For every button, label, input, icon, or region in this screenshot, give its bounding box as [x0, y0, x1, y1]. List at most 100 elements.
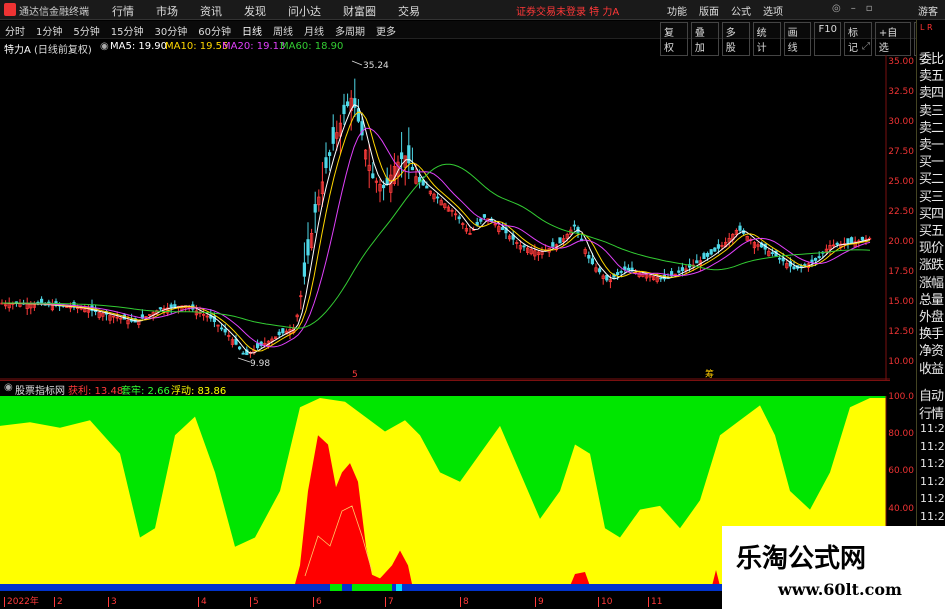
menu-options[interactable]: 选项 — [763, 3, 783, 18]
x-tick-label: 10 — [598, 597, 612, 607]
side-panel-item[interactable]: 外盘 — [919, 306, 944, 325]
settings-icon[interactable]: ◎ — [832, 3, 841, 14]
side-panel-item[interactable]: 委比 — [919, 48, 944, 67]
side-panel-item[interactable]: 总量 — [919, 289, 944, 308]
period-tab[interactable]: 60分钟 — [197, 23, 232, 38]
tick-time: 11:28 — [920, 457, 945, 470]
side-panel-item[interactable]: 自动 — [919, 385, 944, 404]
menu-wealth[interactable]: 财富圈 — [343, 3, 376, 19]
quote-side-panel: L R 委比 卖五 卖四 卖三 卖二 卖一 买一 买二 买三 买四 买五 现价 涨跌 涨幅 总量 外盘 换手 净资… — [916, 20, 945, 609]
side-panel-item[interactable]: 收益 — [919, 358, 944, 377]
marker-chip: 筹 — [705, 368, 714, 380]
restore-icon[interactable]: ▫ — [866, 3, 873, 14]
side-panel-item[interactable]: 卖三 — [919, 100, 944, 119]
menu-ask[interactable]: 问小达 — [288, 3, 321, 19]
candle-body — [770, 252, 775, 255]
tick-time: 11:27 — [920, 474, 945, 488]
candle-body — [738, 225, 742, 231]
period-tab[interactable]: 月线 — [303, 23, 325, 38]
candle-body — [313, 204, 317, 213]
side-panel-item[interactable]: 卖四 — [919, 82, 944, 101]
candle-body — [500, 227, 505, 230]
candle-body — [778, 257, 782, 260]
x-tick-label: 7 — [385, 597, 394, 607]
candle-body — [425, 185, 429, 189]
y-tick-label: 15.00 — [888, 297, 914, 307]
x-tick-label: 9 — [535, 597, 544, 607]
tick-time: 11:28 — [920, 439, 945, 453]
y-tick-label: 35.00 — [888, 57, 914, 67]
period-tab[interactable]: 1分钟 — [35, 23, 63, 38]
ma-settings-icon[interactable]: ◉ — [100, 41, 109, 52]
candle-body — [255, 343, 260, 349]
y-tick-label: 30.00 — [888, 117, 914, 127]
side-panel-item[interactable]: 净资 — [919, 340, 944, 359]
candle-body — [173, 304, 177, 308]
ma60-value: MA60: 18.90 — [280, 41, 344, 52]
y-tick-label: 100.0 — [888, 392, 914, 402]
candle-body — [219, 327, 224, 330]
candle-body — [169, 304, 173, 308]
period-tab[interactable]: 多周期 — [334, 23, 366, 38]
candle-body — [695, 260, 699, 264]
menu-formula[interactable]: 公式 — [731, 3, 751, 18]
side-panel-item[interactable]: 涨跌 — [919, 254, 944, 273]
side-panel-item[interactable]: 涨幅 — [919, 272, 944, 291]
candle-body — [810, 259, 814, 263]
side-panel-item[interactable]: 买三 — [919, 186, 944, 205]
period-tab[interactable]: 5分钟 — [72, 23, 100, 38]
right-menu: 功能 版面 公式 选项 — [667, 3, 795, 18]
side-panel-item[interactable]: 换手 — [919, 323, 944, 342]
y-tick-label: 10.00 — [888, 357, 914, 367]
candle-body — [716, 244, 721, 249]
ma-info-line: 特力A (日线前复权) ◉ MA5: 19.90 MA10: 19.55 MA2… — [0, 40, 890, 56]
candle-body — [479, 218, 483, 222]
indicator-settings-icon[interactable]: ◉ — [4, 382, 13, 393]
period-tab[interactable]: 15分钟 — [110, 23, 145, 38]
login-alert[interactable]: 证券交易未登录 特 力A — [516, 3, 619, 18]
candle-body — [616, 272, 620, 276]
menu-quotes[interactable]: 行情 — [112, 3, 134, 19]
menu-news[interactable]: 资讯 — [200, 3, 222, 19]
period-tab[interactable]: 分时 — [4, 23, 26, 38]
menu-trade[interactable]: 交易 — [398, 3, 420, 19]
candle-body — [713, 247, 717, 252]
high-pointer — [351, 60, 363, 66]
period-tab[interactable]: 30分钟 — [153, 23, 188, 38]
minimize-icon[interactable]: – — [851, 3, 856, 14]
candle-body — [677, 270, 681, 273]
candlestick-chart[interactable]: 35.24 9.98 5 筹 — [0, 55, 890, 380]
side-panel-item[interactable]: 买二 — [919, 168, 944, 187]
y-tick-label: 17.50 — [888, 267, 914, 277]
close-icon[interactable]: ✕ — [878, 41, 886, 52]
candle-body — [814, 257, 818, 261]
period-tab[interactable]: 更多 — [375, 23, 397, 38]
expand-icon[interactable]: ⤢ — [862, 41, 870, 52]
candle-body — [342, 104, 346, 115]
menu-function[interactable]: 功能 — [667, 3, 687, 18]
side-panel-item[interactable]: 买四 — [919, 203, 944, 222]
menu-discover[interactable]: 发现 — [244, 3, 266, 19]
candle-body — [306, 239, 310, 256]
y-tick-label: 20.00 — [888, 237, 914, 247]
candle-body — [850, 237, 854, 244]
side-panel-item[interactable]: 买一 — [919, 151, 944, 170]
menu-layout[interactable]: 版面 — [699, 3, 719, 18]
period-tab-active[interactable]: 日线 — [241, 23, 263, 38]
side-panel-item[interactable]: 卖二 — [919, 117, 944, 136]
candle-body — [792, 266, 796, 270]
candle-body — [410, 166, 415, 171]
period-tab[interactable]: 周线 — [272, 23, 294, 38]
side-panel-item[interactable]: 卖一 — [919, 134, 944, 153]
top-menu: 行情 市场 资讯 发现 问小达 财富圈 交易 — [112, 3, 442, 19]
guest-label[interactable]: 游客 — [918, 3, 938, 18]
high-label: 35.24 — [363, 61, 389, 71]
candle-body — [237, 346, 242, 350]
side-panel-item[interactable]: 行情 — [919, 403, 944, 422]
candle-body — [781, 257, 785, 262]
menu-market[interactable]: 市场 — [156, 3, 178, 19]
side-panel-item[interactable]: 现价 — [919, 237, 944, 256]
side-panel-item[interactable]: 买五 — [919, 220, 944, 239]
side-panel-item[interactable]: 卖五 — [919, 65, 944, 84]
candle-body — [399, 152, 404, 160]
